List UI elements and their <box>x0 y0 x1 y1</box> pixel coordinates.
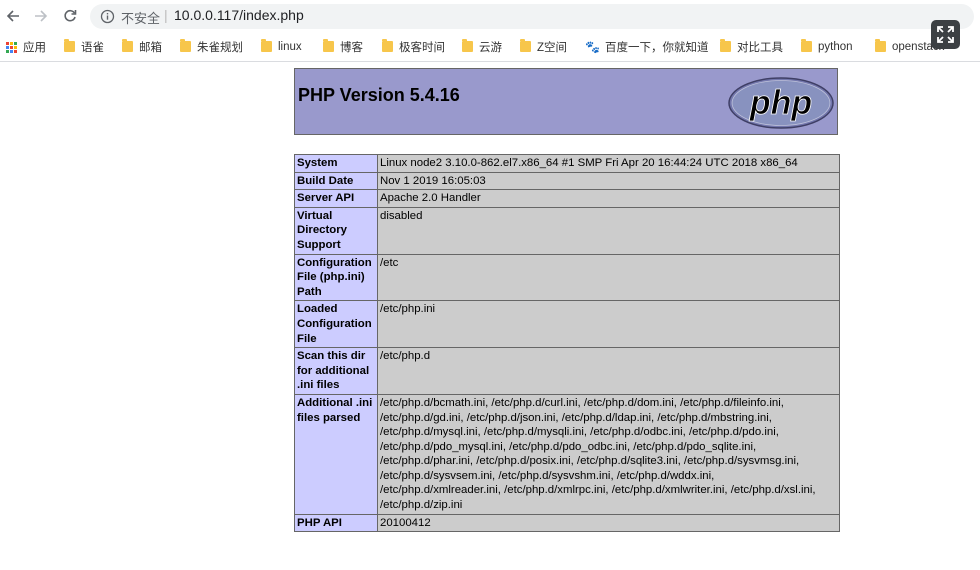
row-value: 20100412 <box>377 513 840 533</box>
bookmark-label: Z空间 <box>537 42 568 54</box>
row-key: PHP API <box>294 513 378 533</box>
address-bar[interactable]: 不安全 | 10.0.0.117/index.php <box>90 4 974 29</box>
php-logo-text: php <box>749 84 812 122</box>
apps-bookmark[interactable]: 应用 <box>6 39 46 55</box>
apps-label: 应用 <box>23 42 46 54</box>
row-value: /etc/php.d <box>377 347 840 395</box>
folder-icon <box>180 38 191 52</box>
back-button[interactable] <box>2 5 24 27</box>
row-key: Virtual Directory Support <box>294 206 378 255</box>
row-value: disabled <box>377 206 840 255</box>
table-row: Additional .ini files parsed/etc/php.d/b… <box>294 393 840 515</box>
row-key: Server API <box>294 189 378 208</box>
bookmark-item[interactable]: linux <box>261 38 302 55</box>
bookmark-item[interactable]: 语雀 <box>64 38 104 55</box>
table-row: Configuration File (php.ini) Path/etc <box>294 253 840 302</box>
browser-toolbar: 不安全 | 10.0.0.117/index.php <box>0 0 980 33</box>
table-row: Server API Apache 2.0 Handler <box>294 189 840 208</box>
bookmark-item[interactable]: 云游 <box>462 38 502 55</box>
folder-icon <box>875 38 886 52</box>
folder-icon <box>323 38 334 52</box>
reload-icon <box>64 9 77 22</box>
bookmark-label: 朱雀规划 <box>197 42 243 54</box>
folder-icon <box>382 38 393 52</box>
bookmark-item[interactable]: 博客 <box>323 38 363 55</box>
folder-icon <box>720 38 731 52</box>
arrow-left-icon <box>6 10 19 22</box>
url-text[interactable]: 10.0.0.117/index.php <box>174 7 304 23</box>
table-row: PHP API 20100412 <box>294 513 840 533</box>
row-value: /etc/php.ini <box>377 300 840 349</box>
bookmark-label: 对比工具 <box>737 42 783 54</box>
fullscreen-toggle-button[interactable] <box>931 20 960 49</box>
bookmark-label: 邮箱 <box>139 42 162 54</box>
bookmark-item[interactable]: 朱雀规划 <box>180 38 243 55</box>
bookmark-item[interactable]: 邮箱 <box>122 38 162 55</box>
bookmark-item[interactable]: 🐾 百度一下，你就知道 <box>585 39 708 55</box>
bookmark-item[interactable]: python <box>801 38 853 55</box>
row-key: System <box>294 154 378 173</box>
table-row: Build Date Nov 1 2019 16:05:03 <box>294 171 840 191</box>
row-key: Loaded Configuration File <box>294 300 378 349</box>
bookmark-label: 语雀 <box>81 42 104 54</box>
row-value: Nov 1 2019 16:05:03 <box>377 171 840 191</box>
php-logo: php <box>728 77 834 129</box>
row-value: /etc <box>377 253 840 302</box>
apps-grid-icon <box>6 41 17 53</box>
table-row: Virtual Directory Support disabled <box>294 206 840 255</box>
row-key: Scan this dir for additional .ini files <box>294 347 378 395</box>
omnibox-separator: | <box>164 7 168 23</box>
expand-icon <box>937 26 954 43</box>
reload-button[interactable] <box>59 5 81 27</box>
folder-icon <box>261 38 272 52</box>
phpinfo-header: PHP Version 5.4.16 php <box>294 68 838 135</box>
info-icon[interactable] <box>100 9 115 24</box>
folder-icon <box>801 38 812 52</box>
security-status[interactable]: 不安全 <box>121 8 160 27</box>
row-key: Additional .ini files parsed <box>294 393 378 515</box>
folder-icon <box>122 38 133 52</box>
bookmark-item[interactable]: 极客时间 <box>382 38 445 55</box>
bookmark-label: linux <box>278 41 302 53</box>
bookmark-label: 百度一下，你就知道 <box>604 42 709 54</box>
bookmark-label: 博客 <box>340 42 363 54</box>
table-row: Loaded Configuration File/etc/php.ini <box>294 300 840 349</box>
table-row: System Linux node2 3.10.0-862.el7.x86_64 … <box>294 154 840 173</box>
table-row: Scan this dir for additional .ini files /… <box>294 347 840 395</box>
folder-icon <box>462 38 473 52</box>
folder-icon <box>64 38 75 52</box>
bookmark-item[interactable]: Z空间 <box>520 38 568 55</box>
row-key: Build Date <box>294 171 378 191</box>
row-key: Configuration File (php.ini) Path <box>294 253 378 302</box>
forward-button[interactable] <box>30 5 52 27</box>
page-title: PHP Version 5.4.16 <box>298 85 460 105</box>
bookmarks-bar: 应用 语雀 邮箱 朱雀规划 linux 博客 极客时间 云游 Z空间 🐾 百度一下… <box>0 33 980 62</box>
baidu-paw-icon: 🐾 <box>585 40 600 54</box>
row-value: Linux node2 3.10.0-862.el7.x86_64 #1 SMP… <box>377 154 840 173</box>
bookmark-label: 云游 <box>479 42 502 54</box>
phpinfo-table: System Linux node2 3.10.0-862.el7.x86_64 … <box>294 154 840 533</box>
folder-icon <box>520 38 531 52</box>
row-value: Apache 2.0 Handler <box>377 189 840 208</box>
bookmark-label: python <box>818 41 853 53</box>
bookmark-label: 极客时间 <box>399 42 445 54</box>
arrow-right-icon <box>35 10 48 22</box>
bookmark-item[interactable]: 对比工具 <box>720 38 783 55</box>
row-value: /etc/php.d/bcmath.ini, /etc/php.d/curl.i… <box>377 393 840 515</box>
